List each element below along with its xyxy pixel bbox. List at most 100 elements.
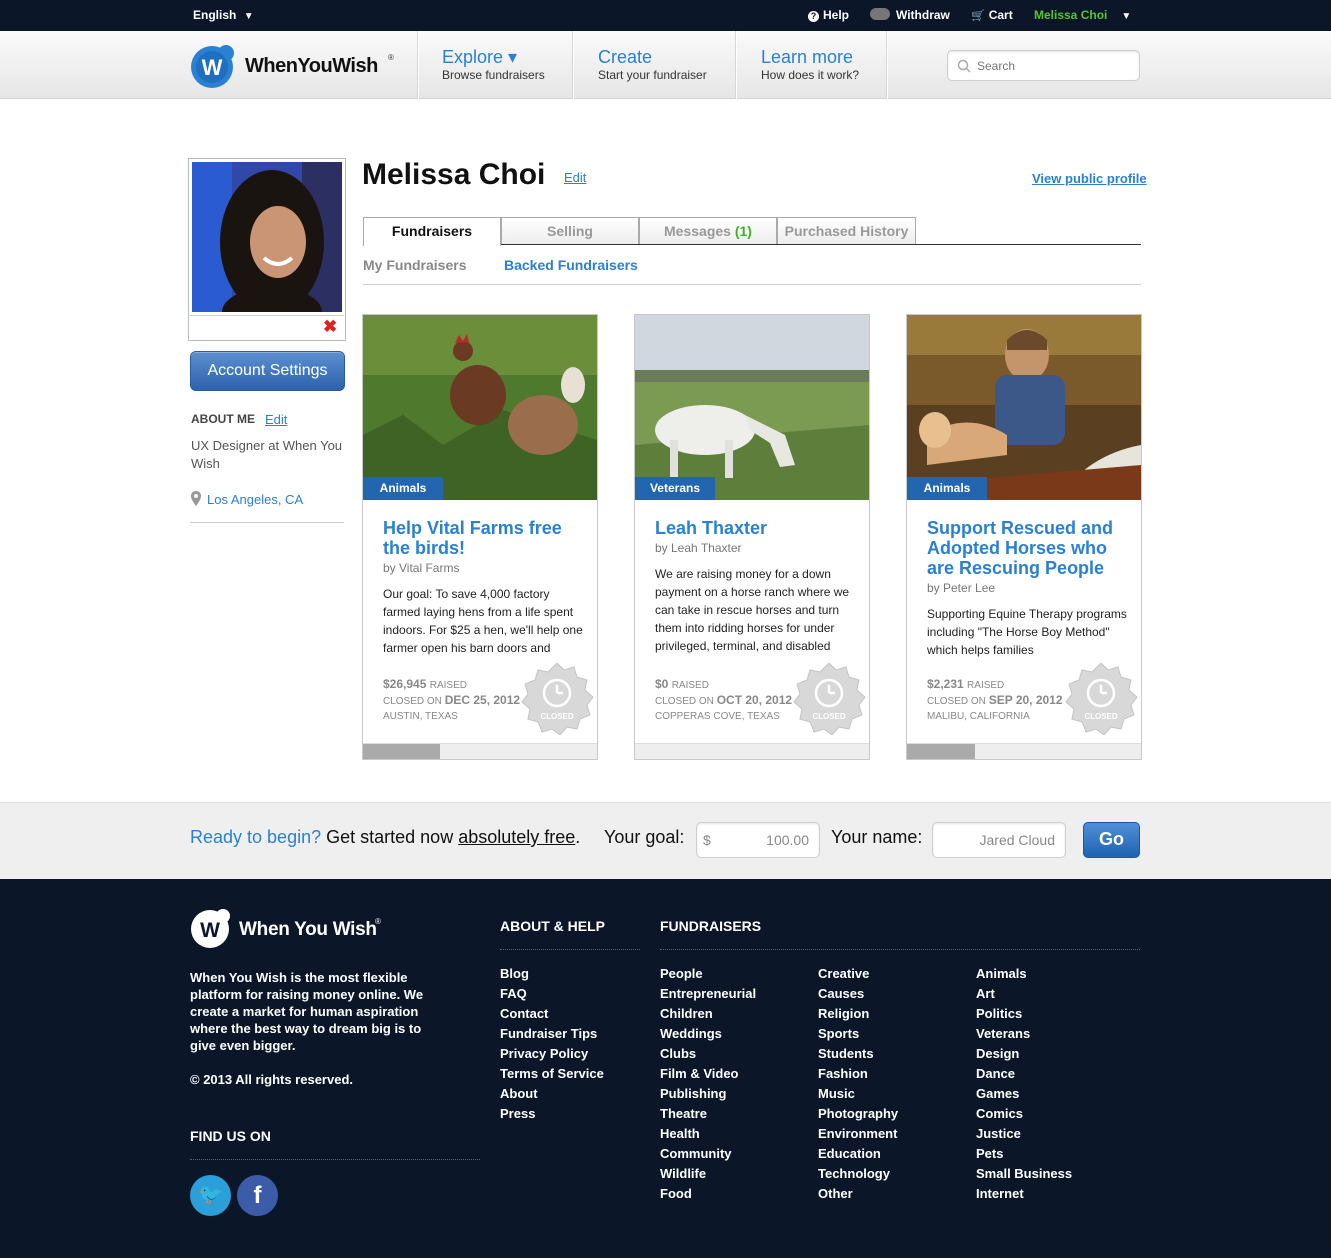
category-link[interactable]: Weddings	[660, 1024, 756, 1044]
name-label: Your name:	[831, 827, 923, 847]
fundraiser-author: by Leah Thaxter	[655, 541, 742, 555]
footer-link[interactable]: About	[500, 1084, 604, 1104]
profile-photo-frame: ✖	[188, 158, 346, 341]
name-input[interactable]	[932, 822, 1066, 858]
category-link[interactable]: Food	[660, 1184, 756, 1204]
category-link[interactable]: Justice	[976, 1124, 1072, 1144]
footer-link[interactable]: Press	[500, 1104, 604, 1124]
category-link[interactable]: Internet	[976, 1184, 1072, 1204]
category-link[interactable]: Games	[976, 1084, 1072, 1104]
closed-label: CLOSED ON	[927, 696, 986, 707]
category-link[interactable]: Religion	[818, 1004, 898, 1024]
edit-name-link[interactable]: Edit	[564, 170, 586, 185]
withdraw-link[interactable]: Withdraw	[870, 8, 950, 22]
account-settings-button[interactable]: Account Settings	[190, 351, 345, 391]
category-link[interactable]: Clubs	[660, 1044, 756, 1064]
logo-text[interactable]: WhenYouWish	[245, 55, 378, 78]
view-public-profile-link[interactable]: View public profile	[1032, 171, 1147, 186]
footer-link[interactable]: Fundraiser Tips	[500, 1024, 604, 1044]
delete-photo-icon[interactable]: ✖	[323, 317, 337, 337]
fundraiser-title[interactable]: Support Rescued and Adopted Horses who a…	[927, 518, 1127, 578]
category-link[interactable]: Other	[818, 1184, 898, 1204]
category-link[interactable]: Design	[976, 1044, 1072, 1064]
fundraiser-card[interactable]: Animals Help Vital Farms free the birds!…	[362, 314, 598, 760]
category-link[interactable]: Film & Video	[660, 1064, 756, 1084]
fundraiser-category-list: Creative Causes Religion Sports Students…	[818, 964, 898, 1204]
search-input[interactable]	[947, 50, 1140, 81]
find-us-heading: FIND US ON	[190, 1128, 271, 1144]
category-link[interactable]: Technology	[818, 1164, 898, 1184]
nav-explore[interactable]: Explore ▾ Browse fundraisers	[418, 31, 572, 99]
tab-fundraisers[interactable]: Fundraisers	[363, 217, 501, 246]
footer-link[interactable]: FAQ	[500, 984, 604, 1004]
category-link[interactable]: Small Business	[976, 1164, 1072, 1184]
fundraiser-location: MALIBU, CALIFORNIA	[927, 711, 1030, 722]
closed-date-value: OCT 20, 2012	[716, 693, 793, 707]
logo[interactable]: W	[190, 43, 236, 89]
piggy-bank-icon	[870, 8, 890, 20]
fundraiser-card[interactable]: Veterans Leah Thaxter by Leah Thaxter We…	[634, 314, 870, 760]
category-badge[interactable]: Animals	[363, 477, 443, 500]
language-selector[interactable]: English ▼	[193, 8, 254, 22]
closed-date: CLOSED ON SEP 20, 2012	[927, 693, 1063, 707]
category-badge[interactable]: Animals	[907, 477, 987, 500]
category-link[interactable]: Dance	[976, 1064, 1072, 1084]
profile-photo	[192, 162, 342, 312]
progress-fill	[907, 744, 975, 759]
facebook-icon[interactable]: f	[237, 1175, 278, 1216]
fundraiser-title[interactable]: Leah Thaxter	[655, 518, 855, 538]
twitter-icon[interactable]: 🐦	[190, 1175, 231, 1216]
category-link[interactable]: Music	[818, 1084, 898, 1104]
category-link[interactable]: Fashion	[818, 1064, 898, 1084]
category-link[interactable]: Education	[818, 1144, 898, 1164]
subtab-backed-fundraisers[interactable]: Backed Fundraisers	[504, 257, 638, 273]
category-link[interactable]: Art	[976, 984, 1072, 1004]
tab-messages[interactable]: Messages (1)	[639, 217, 777, 245]
tab-purchased-history[interactable]: Purchased History	[777, 217, 916, 245]
category-link[interactable]: Comics	[976, 1104, 1072, 1124]
nav-learn-more[interactable]: Learn more How does it work?	[736, 31, 886, 99]
category-link[interactable]: Students	[818, 1044, 898, 1064]
category-link[interactable]: Politics	[976, 1004, 1072, 1024]
fundraiser-card[interactable]: Animals Support Rescued and Adopted Hors…	[906, 314, 1142, 760]
progress-fill	[363, 744, 441, 759]
cta-period: .	[575, 827, 581, 847]
category-link[interactable]: Community	[660, 1144, 756, 1164]
category-link[interactable]: Environment	[818, 1124, 898, 1144]
category-link[interactable]: Publishing	[660, 1084, 756, 1104]
go-button[interactable]: Go	[1083, 822, 1140, 858]
category-link[interactable]: Veterans	[976, 1024, 1072, 1044]
cart-link[interactable]: 🛒 Cart	[971, 8, 1013, 22]
location-link[interactable]: Los Angeles, CA	[207, 492, 303, 507]
category-link[interactable]: Entrepreneurial	[660, 984, 756, 1004]
raised-label: RAISED	[967, 680, 1005, 691]
footer-link[interactable]: Blog	[500, 964, 604, 984]
category-link[interactable]: Pets	[976, 1144, 1072, 1164]
fundraiser-title[interactable]: Help Vital Farms free the birds!	[383, 518, 583, 558]
user-menu[interactable]: Melissa Choi ▼	[1034, 8, 1131, 22]
category-link[interactable]: Animals	[976, 964, 1072, 984]
category-badge[interactable]: Veterans	[635, 477, 715, 500]
nav-create[interactable]: Create Start your fundraiser	[573, 31, 735, 99]
about-me-label: ABOUT ME	[191, 412, 255, 426]
category-link[interactable]: People	[660, 964, 756, 984]
about-help-heading: ABOUT & HELP	[500, 918, 605, 934]
category-link[interactable]: Creative	[818, 964, 898, 984]
help-link[interactable]: ? Help	[808, 8, 849, 22]
footer-link[interactable]: Terms of Service	[500, 1064, 604, 1084]
category-link[interactable]: Photography	[818, 1104, 898, 1124]
goal-input[interactable]	[696, 822, 820, 858]
footer-link[interactable]: Privacy Policy	[500, 1044, 604, 1064]
category-link[interactable]: Health	[660, 1124, 756, 1144]
subtab-my-fundraisers[interactable]: My Fundraisers	[363, 257, 466, 273]
about-edit-link[interactable]: Edit	[265, 412, 287, 427]
footer-link[interactable]: Contact	[500, 1004, 604, 1024]
raised-value: $2,231	[927, 677, 964, 691]
category-link[interactable]: Wildlife	[660, 1164, 756, 1184]
footer-logo[interactable]: W	[190, 907, 232, 949]
category-link[interactable]: Children	[660, 1004, 756, 1024]
category-link[interactable]: Causes	[818, 984, 898, 1004]
category-link[interactable]: Theatre	[660, 1104, 756, 1124]
tab-selling[interactable]: Selling	[501, 217, 639, 245]
category-link[interactable]: Sports	[818, 1024, 898, 1044]
